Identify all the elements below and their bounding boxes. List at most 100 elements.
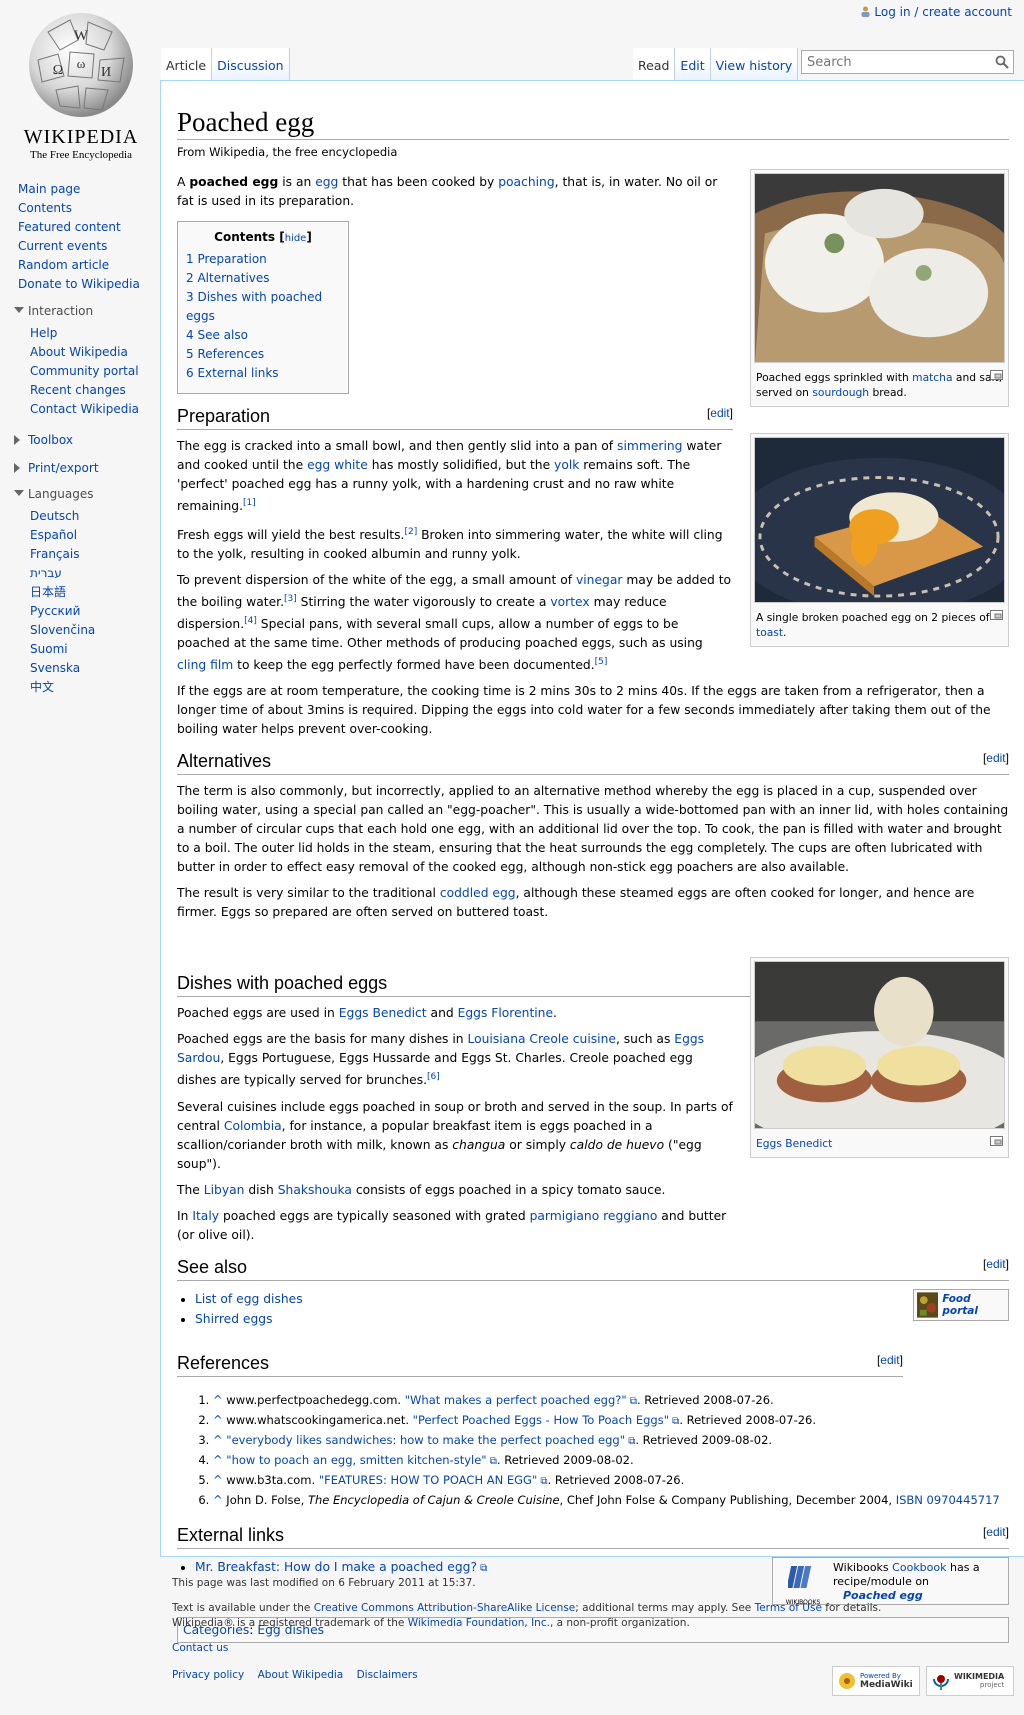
sidebar-item-contact[interactable]: Contact Wikipedia xyxy=(30,402,139,416)
link-colombia[interactable]: Colombia xyxy=(224,1119,282,1133)
link-contact-us[interactable]: Contact us xyxy=(172,1642,228,1654)
sidebar-languages-heading[interactable]: Languages xyxy=(14,487,160,501)
tab-edit[interactable]: Edit xyxy=(675,48,711,80)
edit-section-link[interactable]: edit xyxy=(986,1525,1005,1539)
toc-item[interactable]: 4 See also xyxy=(186,328,248,342)
wikipedia-logo[interactable]: W Ω И ω Wikipedia The Free Encyclopedia xyxy=(8,10,154,161)
sidebar-item-main-page[interactable]: Main page xyxy=(18,182,80,196)
tab-discussion[interactable]: Discussion xyxy=(212,48,290,80)
reference-link[interactable]: "Perfect Poached Eggs - How To Poach Egg… xyxy=(413,1413,669,1427)
edit-section-link[interactable]: edit xyxy=(986,1257,1005,1271)
link-eggs-benedict-caption[interactable]: Eggs Benedict xyxy=(756,1137,832,1150)
link-shakshouka[interactable]: Shakshouka xyxy=(278,1183,352,1197)
search-input[interactable] xyxy=(802,51,982,73)
sidebar-item-donate[interactable]: Donate to Wikipedia xyxy=(18,277,140,291)
link-egg-white[interactable]: egg white xyxy=(307,458,368,472)
link-coddled-egg[interactable]: coddled egg xyxy=(440,886,516,900)
link-matcha[interactable]: matcha xyxy=(912,371,952,384)
citation-link[interactable]: [6] xyxy=(427,1072,440,1082)
sidebar-item-help[interactable]: Help xyxy=(30,326,57,340)
language-link[interactable]: Français xyxy=(30,547,79,561)
broken-egg-on-toast-image[interactable] xyxy=(730,437,1024,616)
link-privacy-policy[interactable]: Privacy policy xyxy=(172,1669,244,1681)
link-eggs-florentine[interactable]: Eggs Florentine xyxy=(458,1006,553,1020)
link-libyan[interactable]: Libyan xyxy=(204,1183,245,1197)
link-yolk[interactable]: yolk xyxy=(554,458,579,472)
sidebar-item-about[interactable]: About Wikipedia xyxy=(30,345,128,359)
language-link[interactable]: Slovenčina xyxy=(30,623,95,637)
see-also-item[interactable]: List of egg dishes xyxy=(195,1292,303,1306)
backlink-caret[interactable]: ^ xyxy=(213,1473,223,1487)
link-wikimedia-foundation[interactable]: Wikimedia Foundation, Inc. xyxy=(408,1617,550,1629)
backlink-caret[interactable]: ^ xyxy=(213,1493,223,1507)
sidebar-item-contents[interactable]: Contents xyxy=(18,201,72,215)
link-terms-of-use[interactable]: Terms of Use xyxy=(755,1602,822,1614)
sidebar-item-random-article[interactable]: Random article xyxy=(18,258,109,272)
language-link[interactable]: Español xyxy=(30,528,77,542)
link-parmigiano[interactable]: parmigiano reggiano xyxy=(530,1209,658,1223)
edit-section-link[interactable]: edit xyxy=(880,1353,899,1367)
citation-link[interactable]: [3] xyxy=(284,594,297,604)
sidebar-item-recent-changes[interactable]: Recent changes xyxy=(30,383,126,397)
language-link[interactable]: Русский xyxy=(30,604,80,618)
enlarge-icon[interactable] xyxy=(990,610,1003,620)
tab-read[interactable]: Read xyxy=(633,48,676,80)
citation-link[interactable]: [4] xyxy=(244,616,257,626)
edit-section-link[interactable]: edit xyxy=(986,751,1005,765)
link-about-wikipedia[interactable]: About Wikipedia xyxy=(258,1669,344,1681)
sidebar-item-community-portal[interactable]: Community portal xyxy=(30,364,139,378)
sidebar-item-current-events[interactable]: Current events xyxy=(18,239,107,253)
toc-item[interactable]: 1 Preparation xyxy=(186,252,267,266)
login-link[interactable]: Log in / create account xyxy=(874,5,1012,19)
sidebar-toolbox[interactable]: Toolbox xyxy=(14,433,160,447)
reference-link[interactable]: "FEATURES: HOW TO POACH AN EGG" xyxy=(319,1473,537,1487)
citation-link[interactable]: [1] xyxy=(243,498,256,508)
enlarge-icon[interactable] xyxy=(990,1136,1003,1146)
isbn-link[interactable]: ISBN 0970445717 xyxy=(896,1493,1000,1507)
backlink-caret[interactable]: ^ xyxy=(213,1393,223,1407)
language-link[interactable]: Svenska xyxy=(30,661,80,675)
language-link[interactable]: Suomi xyxy=(30,642,68,656)
see-also-item[interactable]: Shirred eggs xyxy=(195,1312,273,1326)
backlink-caret[interactable]: ^ xyxy=(213,1433,223,1447)
reference-link[interactable]: "how to poach an egg, smitten kitchen-st… xyxy=(226,1453,486,1467)
link-license[interactable]: Creative Commons Attribution-ShareAlike … xyxy=(314,1602,576,1614)
eggs-benedict-image[interactable] xyxy=(730,961,1024,1150)
link-poaching[interactable]: poaching xyxy=(498,175,554,189)
link-eggs-benedict[interactable]: Eggs Benedict xyxy=(339,1006,427,1020)
link-toast[interactable]: toast xyxy=(756,626,783,639)
toc-item[interactable]: 2 Alternatives xyxy=(186,271,270,285)
citation-link[interactable]: [2] xyxy=(404,527,417,537)
link-sourdough[interactable]: sourdough xyxy=(812,386,869,399)
reference-link[interactable]: "everybody likes sandwiches: how to make… xyxy=(226,1433,625,1447)
external-link[interactable]: Mr. Breakfast: How do I make a poached e… xyxy=(195,1560,477,1574)
link-simmering[interactable]: simmering xyxy=(617,439,682,453)
reference-link[interactable]: "What makes a perfect poached egg?" xyxy=(405,1393,627,1407)
search-icon[interactable] xyxy=(995,55,1009,69)
language-link[interactable]: Deutsch xyxy=(30,509,79,523)
backlink-caret[interactable]: ^ xyxy=(213,1413,223,1427)
link-vortex[interactable]: vortex xyxy=(550,595,589,609)
sidebar-item-featured-content[interactable]: Featured content xyxy=(18,220,121,234)
language-link[interactable]: 日本語 xyxy=(30,585,66,599)
link-egg[interactable]: egg xyxy=(315,175,338,189)
toc-item[interactable]: 6 External links xyxy=(186,366,279,380)
toc-item[interactable]: 5 References xyxy=(186,347,264,361)
toc-hide-link[interactable]: hide xyxy=(285,233,307,244)
tab-view-history[interactable]: View history xyxy=(710,48,799,80)
tab-article[interactable]: Article xyxy=(161,48,213,80)
link-disclaimers[interactable]: Disclaimers xyxy=(357,1669,418,1681)
link-italy[interactable]: Italy xyxy=(192,1209,219,1223)
enlarge-icon[interactable] xyxy=(990,370,1003,380)
language-link[interactable]: 中文 xyxy=(30,680,54,694)
poached-eggs-image[interactable] xyxy=(754,173,1005,363)
language-link[interactable]: עברית xyxy=(30,566,62,580)
link-cookbook[interactable]: Cookbook xyxy=(892,1561,946,1574)
powered-by-mediawiki-badge[interactable]: Powered By MediaWiki xyxy=(832,1666,920,1696)
sidebar-print-export[interactable]: Print/export xyxy=(14,461,160,475)
link-cling-film[interactable]: cling film xyxy=(177,658,233,672)
food-portal-box[interactable]: Food portal xyxy=(913,1288,1009,1321)
link-vinegar[interactable]: vinegar xyxy=(576,573,622,587)
backlink-caret[interactable]: ^ xyxy=(213,1453,223,1467)
toc-item[interactable]: 3 Dishes with poached eggs xyxy=(186,290,322,323)
